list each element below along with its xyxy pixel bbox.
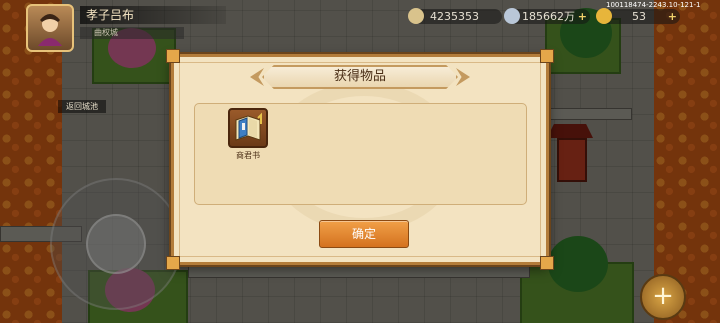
book-icon — [235, 112, 262, 141]
server-id: 100118474-2243.10-121-1 — [606, 1, 701, 9]
action-button[interactable]: + — [640, 274, 686, 320]
reward-dialog: 获得物品 商君书 确定 — [166, 49, 554, 270]
player-name: 孝子吕布 — [80, 6, 226, 24]
joystick-knob[interactable] — [86, 214, 146, 274]
gold-coin-icon — [596, 8, 612, 24]
add-gold-icon[interactable]: + — [668, 9, 677, 24]
resource-ingot: 4235353 — [408, 8, 502, 24]
confirm-button[interactable]: 确定 — [319, 220, 409, 248]
silver-coin-icon — [504, 8, 520, 24]
reward-item-name: 商君书 — [236, 151, 260, 160]
reward-items-panel: 商君书 — [194, 103, 527, 205]
add-silver-icon[interactable]: + — [578, 9, 587, 24]
dialog-corner-ornament — [166, 49, 180, 63]
banner-arrow-left — [250, 68, 264, 86]
resource-silver: 185662万 + — [504, 8, 590, 24]
player-avatar[interactable] — [26, 4, 74, 52]
return-city-button[interactable]: 返回城池 — [58, 70, 106, 113]
resource-gold: 53 + — [596, 8, 680, 24]
dialog-corner-ornament — [540, 256, 554, 270]
player-city: 曲权城 — [80, 27, 184, 39]
dialog-corner-ornament — [166, 256, 180, 270]
return-city-label: 返回城池 — [58, 100, 106, 113]
ingot-icon — [408, 8, 424, 24]
reward-item-slot[interactable] — [228, 108, 268, 148]
portrait-icon — [38, 14, 62, 46]
banner-arrow-right — [456, 68, 470, 86]
dialog-corner-ornament — [540, 49, 554, 63]
virtual-joystick[interactable] — [50, 178, 182, 310]
dialog-title: 获得物品 — [262, 65, 458, 89]
